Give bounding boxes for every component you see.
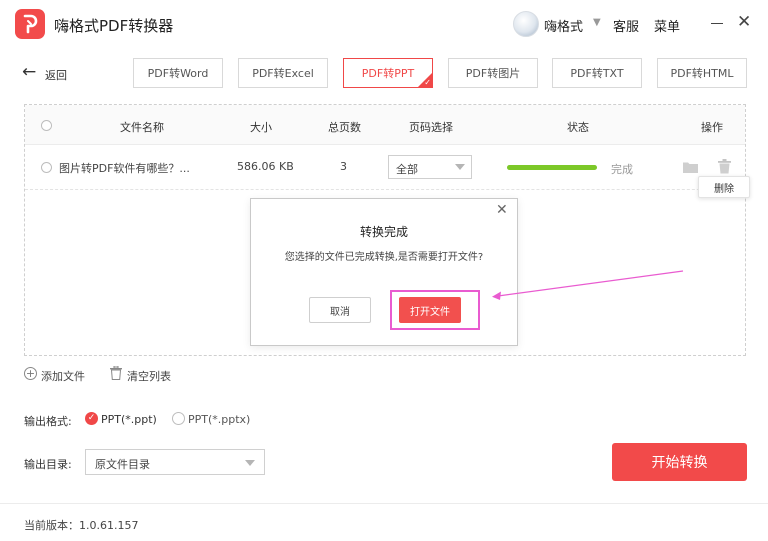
tab-pdf-to-txt[interactable]: PDF转TXT <box>552 58 642 88</box>
conversion-complete-dialog: 转换完成 您选择的文件已完成转换,是否需要打开文件? ✕ 取消 打开文件 <box>250 198 518 346</box>
header-status: 状态 <box>567 121 589 134</box>
format-ppt-radio[interactable]: ✓ <box>85 412 98 425</box>
tab-pdf-to-image[interactable]: PDF转图片 <box>448 58 538 88</box>
clear-list-button[interactable]: 清空列表 <box>127 368 171 384</box>
page-range-select[interactable]: 全部 <box>388 155 472 179</box>
tab-pdf-to-ppt[interactable]: PDF转PPT ✓ <box>343 58 433 88</box>
header-pages: 总页数 <box>328 121 361 134</box>
header-actions: 操作 <box>701 121 723 134</box>
conversion-progress <box>507 165 597 170</box>
table-row: 图片转PDF软件有哪些？... 586.06 KB 3 全部 完成 <box>25 146 745 190</box>
back-arrow-icon[interactable]: ← <box>22 62 36 82</box>
dialog-message: 您选择的文件已完成转换,是否需要打开文件? <box>284 252 484 263</box>
open-file-button[interactable]: 打开文件 <box>399 297 461 323</box>
folder-icon[interactable] <box>683 161 698 176</box>
add-file-button[interactable]: 添加文件 <box>41 368 85 384</box>
output-format-label: 输出格式: <box>24 415 72 428</box>
app-title: 嗨格式PDF转换器 <box>54 17 174 35</box>
annotation-arrow <box>492 270 684 300</box>
trash-icon[interactable] <box>110 365 122 383</box>
header-size: 大小 <box>250 121 272 134</box>
cancel-button[interactable]: 取消 <box>309 297 371 323</box>
output-dir-select[interactable]: 原文件目录 <box>85 449 265 475</box>
page-range-value: 全部 <box>396 163 418 176</box>
header-file-name: 文件名称 <box>120 121 164 134</box>
status-text: 完成 <box>611 163 633 176</box>
close-icon[interactable]: ✕ <box>496 203 508 217</box>
row-select-radio[interactable] <box>41 162 52 173</box>
table-header: 文件名称 大小 总页数 页码选择 状态 操作 <box>25 105 745 145</box>
delete-tooltip: 删除 <box>698 176 750 198</box>
app-logo <box>15 9 45 39</box>
header-page-range: 页码选择 <box>409 121 453 134</box>
page-count: 3 <box>340 160 347 173</box>
add-icon[interactable]: + <box>24 367 37 380</box>
footer-divider <box>0 503 768 504</box>
progress-fill <box>507 165 597 170</box>
chevron-down-icon <box>455 164 465 170</box>
avatar[interactable] <box>513 11 539 37</box>
chevron-down-icon <box>245 460 255 466</box>
customer-service-link[interactable]: 客服 <box>613 16 639 35</box>
menu-link[interactable]: 菜单 <box>654 16 680 35</box>
file-size: 586.06 KB <box>237 160 294 173</box>
dialog-title: 转换完成 <box>359 225 408 239</box>
output-dir-value: 原文件目录 <box>95 458 150 471</box>
back-button[interactable]: 返回 <box>45 67 67 83</box>
check-icon: ✓ <box>424 78 431 87</box>
tab-pdf-to-word[interactable]: PDF转Word <box>133 58 223 88</box>
title-bar: 嗨格式PDF转换器 嗨格式 ▼ 客服 菜单 ✕ <box>0 0 768 48</box>
tab-label: PDF转PPT <box>361 67 415 80</box>
username[interactable]: 嗨格式 <box>544 16 583 35</box>
select-all-radio[interactable] <box>41 120 52 131</box>
output-dir-label: 输出目录: <box>24 458 72 471</box>
start-convert-button[interactable]: 开始转换 <box>612 443 747 481</box>
minimize-icon[interactable] <box>711 23 723 24</box>
chevron-down-icon[interactable]: ▼ <box>593 17 601 28</box>
tab-pdf-to-excel[interactable]: PDF转Excel <box>238 58 328 88</box>
tab-pdf-to-html[interactable]: PDF转HTML <box>657 58 747 88</box>
format-ppt-label[interactable]: PPT(*.ppt) <box>101 413 157 426</box>
trash-icon[interactable] <box>718 159 731 177</box>
file-name: 图片转PDF软件有哪些？... <box>59 162 190 175</box>
format-pptx-radio[interactable] <box>172 412 185 425</box>
close-icon[interactable]: ✕ <box>737 12 751 32</box>
version-text: 当前版本：1.0.61.157 <box>24 519 139 532</box>
format-pptx-label[interactable]: PPT(*.pptx) <box>188 413 250 426</box>
